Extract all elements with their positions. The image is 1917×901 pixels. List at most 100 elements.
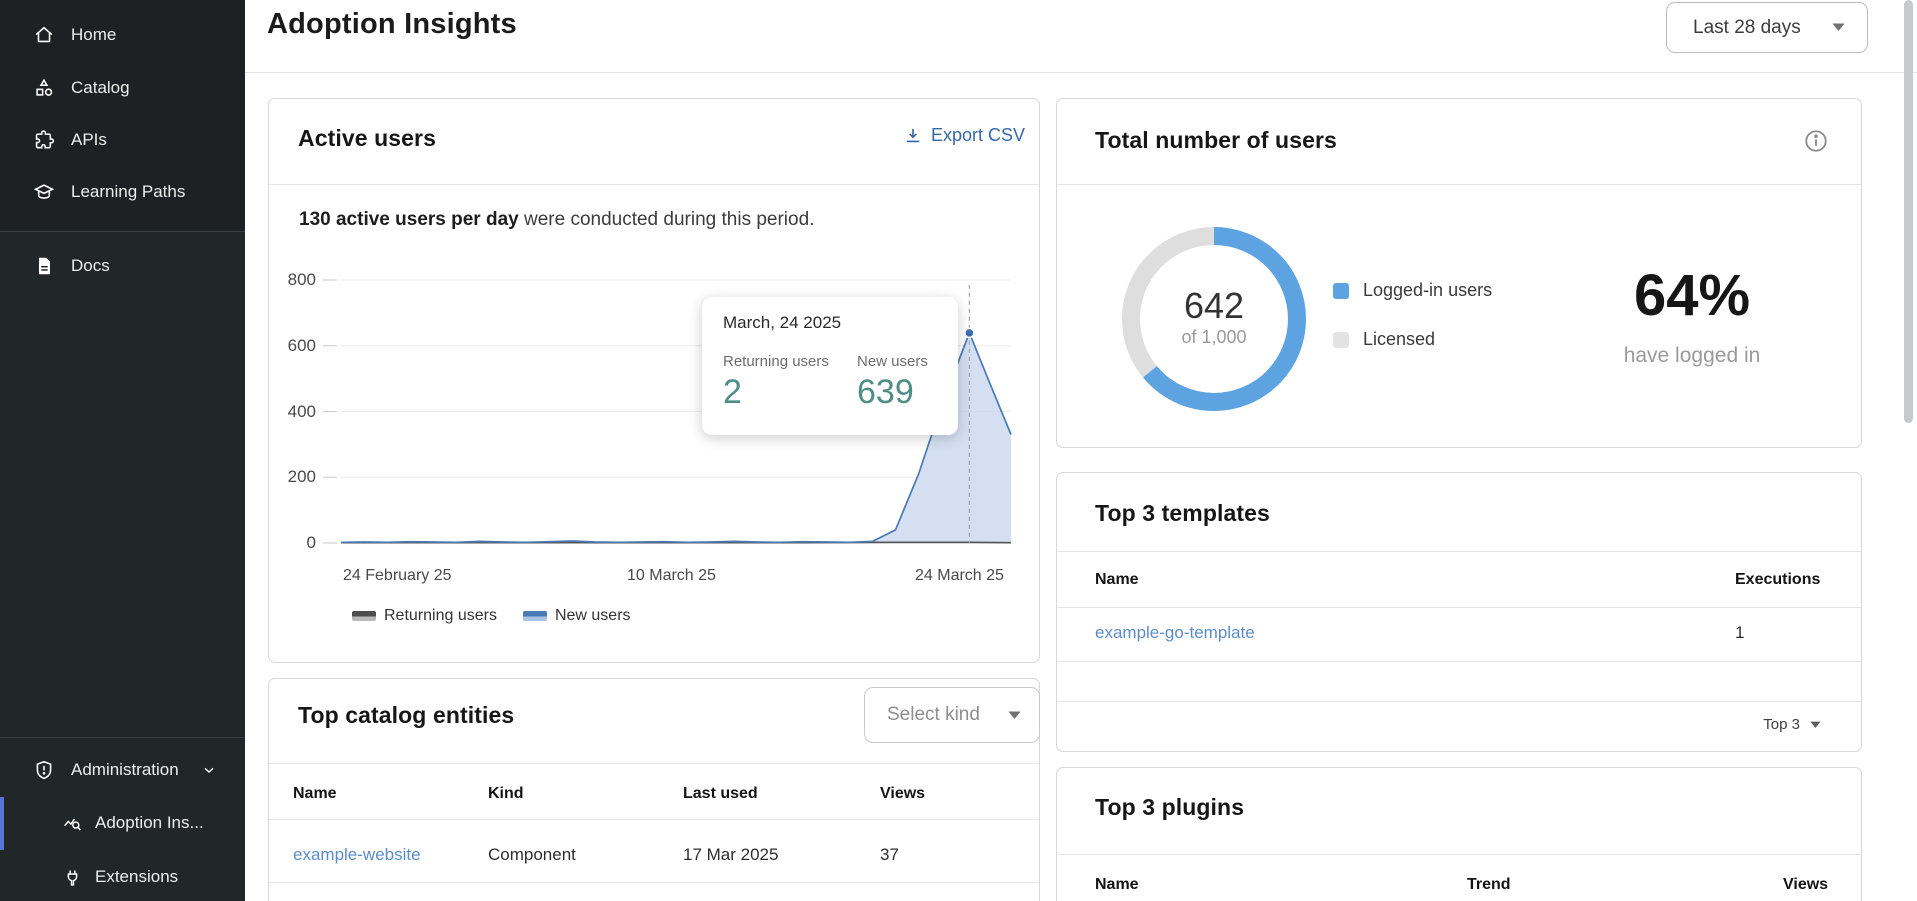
table-divider <box>269 882 1039 883</box>
sidebar-item-administration[interactable]: Administration <box>0 748 245 792</box>
legend-item-returning: Returning users <box>352 607 497 625</box>
chart-legend: Returning users New users <box>352 607 631 625</box>
y-tick-label: 0 <box>274 533 316 553</box>
x-tick-end: 24 March 25 <box>915 567 1004 585</box>
page-title: Adoption Insights <box>267 8 517 41</box>
sidebar: Home Catalog APIs Learning Paths <box>0 0 245 901</box>
y-tick-label: 800 <box>274 270 316 290</box>
donut-center-sub: of 1,000 <box>1114 327 1314 348</box>
donut-center-value: 642 <box>1114 285 1314 327</box>
plug-icon <box>62 867 83 888</box>
returning-users-swatch <box>352 611 376 621</box>
card-title: Top 3 plugins <box>1095 794 1244 821</box>
col-header-name: Name <box>1095 876 1139 894</box>
card-title: Top 3 templates <box>1095 500 1270 527</box>
adoption-insights-page: Home Catalog APIs Learning Paths <box>0 0 1917 901</box>
shield-icon <box>33 759 55 781</box>
legend-item-new: New users <box>523 607 631 625</box>
card-header-divider <box>1057 184 1861 185</box>
graduation-cap-icon <box>33 181 55 203</box>
logged-in-percent-caption: have logged in <box>1560 344 1824 368</box>
sidebar-item-label: APIs <box>71 130 107 150</box>
col-header-last-used: Last used <box>683 785 758 803</box>
chevron-down-icon[interactable] <box>201 762 217 778</box>
col-header-name: Name <box>1095 571 1139 589</box>
tooltip-returning-value: 2 <box>723 373 742 412</box>
col-header-views: Views <box>1783 876 1828 894</box>
card-header-divider <box>269 763 1039 764</box>
logged-in-swatch <box>1333 283 1349 299</box>
sidebar-item-home[interactable]: Home <box>0 13 245 57</box>
select-kind-dropdown[interactable]: Select kind <box>864 687 1040 743</box>
caret-down-icon <box>1832 23 1845 32</box>
card-title: Top catalog entities <box>298 702 514 729</box>
tooltip-date: March, 24 2025 <box>723 313 841 333</box>
y-tick-label: 400 <box>274 402 316 422</box>
tooltip-new-label: New users <box>857 353 928 370</box>
tooltip-returning-label: Returning users <box>723 353 829 370</box>
rows-per-page-label: Top 3 <box>1763 716 1800 733</box>
y-tick-label: 200 <box>274 467 316 487</box>
summary-metric: 130 active users per day <box>299 209 519 230</box>
table-divider <box>1057 661 1861 662</box>
sidebar-divider <box>0 737 245 738</box>
sidebar-item-label: Extensions <box>95 867 178 887</box>
select-kind-placeholder: Select kind <box>887 704 980 726</box>
caret-down-icon <box>1810 721 1821 729</box>
card-title: Total number of users <box>1095 127 1337 154</box>
sidebar-item-label: Home <box>71 25 116 45</box>
template-name-link[interactable]: example-go-template <box>1095 623 1255 643</box>
export-csv-button[interactable]: Export CSV <box>903 125 1025 146</box>
sidebar-item-docs[interactable]: Docs <box>0 244 245 288</box>
sidebar-item-label: Learning Paths <box>71 182 185 202</box>
download-icon <box>903 126 923 146</box>
sidebar-item-learning-paths[interactable]: Learning Paths <box>0 170 245 214</box>
legend-label: Logged-in users <box>1363 280 1492 301</box>
donut-legend-licensed: Licensed <box>1333 329 1435 350</box>
summary-rest: were conducted during this period. <box>519 209 815 230</box>
sidebar-item-catalog[interactable]: Catalog <box>0 66 245 110</box>
top-templates-card: Top 3 templates Name Executions example-… <box>1056 472 1862 752</box>
chart-tooltip: March, 24 2025 Returning users New users… <box>702 297 958 435</box>
y-tick-label: 600 <box>274 336 316 356</box>
caret-down-icon <box>1008 711 1021 720</box>
sidebar-item-label: Catalog <box>71 78 130 98</box>
date-range-select[interactable]: Last 28 days <box>1666 2 1868 53</box>
col-header-trend: Trend <box>1467 876 1511 894</box>
top-catalog-entities-card: Top catalog entities Select kind Name Ki… <box>268 678 1040 901</box>
licensed-swatch <box>1333 332 1349 348</box>
catalog-icon <box>33 77 55 99</box>
rows-per-page-selector[interactable]: Top 3 <box>1763 716 1821 733</box>
top-plugins-card: Top 3 plugins Name Trend Views <box>1056 767 1862 901</box>
legend-label: Returning users <box>384 607 497 625</box>
card-header-divider <box>269 184 1039 185</box>
sidebar-item-adoption-insights[interactable]: Adoption Ins... <box>0 801 245 845</box>
col-header-kind: Kind <box>488 785 524 803</box>
sidebar-item-label: Adoption Ins... <box>95 813 204 833</box>
card-header-divider <box>1057 551 1861 552</box>
sidebar-item-label: Docs <box>71 256 110 276</box>
table-divider <box>1057 607 1861 608</box>
sidebar-item-apis[interactable]: APIs <box>0 118 245 162</box>
export-csv-label: Export CSV <box>931 125 1025 146</box>
scrollbar-thumb[interactable] <box>1904 0 1913 423</box>
entity-kind: Component <box>488 845 576 865</box>
sidebar-item-label: Administration <box>71 760 179 780</box>
entity-last-used: 17 Mar 2025 <box>683 845 778 865</box>
card-header-divider <box>1057 854 1861 855</box>
sidebar-item-extensions[interactable]: Extensions <box>0 855 245 899</box>
legend-label: Licensed <box>1363 329 1435 350</box>
logged-in-percent: 64% <box>1560 262 1824 329</box>
info-icon[interactable] <box>1803 128 1829 154</box>
date-range-value: Last 28 days <box>1693 17 1801 39</box>
card-title: Active users <box>298 125 436 152</box>
home-icon <box>33 24 55 46</box>
entity-name-link[interactable]: example-website <box>293 845 421 865</box>
insights-chart-icon <box>62 813 83 834</box>
col-header-executions: Executions <box>1735 571 1820 589</box>
col-header-name: Name <box>293 785 337 803</box>
header-divider <box>245 72 1917 73</box>
template-executions: 1 <box>1735 623 1744 643</box>
chart-summary: 130 active users per day were conducted … <box>299 209 814 231</box>
tooltip-new-value: 639 <box>857 373 914 412</box>
